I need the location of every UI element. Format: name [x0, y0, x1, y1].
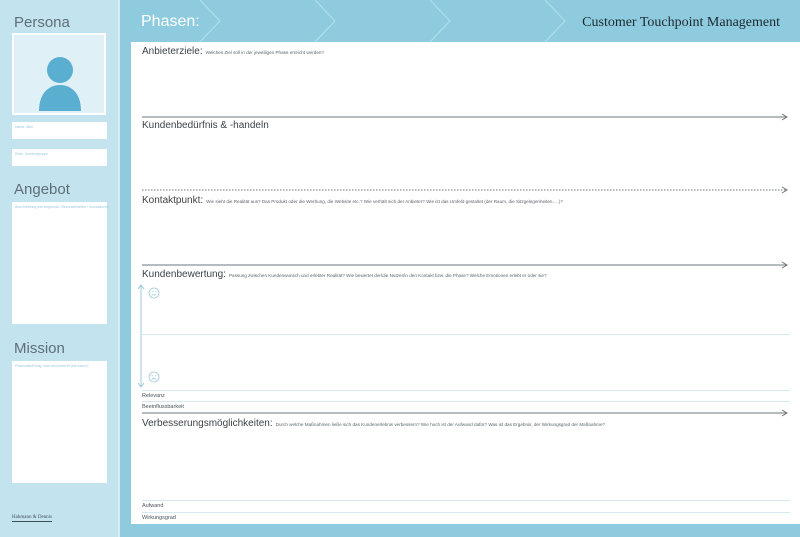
relevanz-label: Relevanz	[142, 393, 165, 399]
persona-avatar[interactable]	[12, 33, 106, 115]
anbieterziele-desc: Welches Ziel soll in der jeweiligen Phas…	[205, 50, 324, 55]
phases-label: Phasen:	[141, 13, 200, 30]
angebot-placeholder: Beschreibung des Angebots / Besonderheit…	[15, 205, 109, 209]
persona-heading: Persona	[14, 14, 70, 31]
angebot-field[interactable]: Beschreibung des Angebots / Besonderheit…	[12, 202, 109, 324]
happy-face-icon	[148, 287, 160, 299]
verbesserung-desc: Durch welche Maßnahmen ließe sich das Ku…	[275, 422, 606, 427]
anbieterziele-title: Anbieterziele:	[142, 46, 203, 57]
persona-role-field[interactable]: Rolle, Kundengruppe	[12, 149, 107, 166]
kundenbewertung-title: Kundenbewertung:	[142, 269, 226, 280]
persona-name-placeholder: Name, Alter	[15, 125, 34, 129]
arrow-line-2	[142, 186, 788, 194]
mission-placeholder: Potenziale/Erfolg, was wird erreicht (bi…	[15, 364, 89, 368]
rating-midline	[142, 334, 790, 335]
sidebar: Persona Name, Alter Rolle, Kundengruppe …	[0, 0, 120, 537]
sad-face-icon	[148, 371, 160, 383]
verbesserung-title: Verbesserungsmöglichkeiten:	[142, 418, 273, 429]
kontaktpunkt-title: Kontaktpunkt:	[142, 195, 204, 206]
section-kundenbewertung[interactable]: Kundenbewertung: Passung zwischen Kundenw…	[142, 269, 547, 280]
relevanz-divider	[142, 390, 790, 391]
rating-axis-arrow	[137, 284, 145, 388]
arrow-line-4	[142, 409, 788, 417]
kundenbeduerfnis-title: Kundenbedürfnis & -handeln	[142, 120, 269, 131]
wirkungsgrad-divider	[142, 512, 790, 513]
persona-role-placeholder: Rolle, Kundengruppe	[15, 152, 48, 156]
beeinflussbarkeit-divider	[142, 401, 790, 402]
arrow-line-3	[142, 261, 788, 269]
person-avatar-icon	[39, 57, 81, 111]
app-title: Customer Touchpoint Management	[582, 15, 780, 30]
wirkungsgrad-label: Wirkungsgrad	[142, 515, 176, 521]
aufwand-divider	[142, 500, 790, 501]
mission-field[interactable]: Potenziale/Erfolg, was wird erreicht (bi…	[12, 361, 107, 483]
aufwand-label: Aufwand	[142, 503, 164, 509]
section-verbesserung[interactable]: Verbesserungsmöglichkeiten: Durch welche …	[142, 418, 605, 429]
kundenbewertung-desc: Passung zwischen Kundenwunsch und erlebt…	[228, 273, 547, 278]
section-kundenbeduerfnis[interactable]: Kundenbedürfnis & -handeln	[142, 120, 269, 131]
brand-logo: Hahmann & Dennis	[12, 515, 52, 522]
section-kontaktpunkt[interactable]: Kontaktpunkt: Wie sieht die Realität aus?…	[142, 195, 563, 206]
kontaktpunkt-desc: Wie sieht die Realität aus? Das Produkt …	[206, 199, 563, 204]
mission-heading: Mission	[14, 340, 65, 357]
persona-name-field[interactable]: Name, Alter	[12, 122, 107, 139]
section-anbieterziele[interactable]: Anbieterziele: Welches Ziel soll in der j…	[142, 46, 324, 57]
angebot-heading: Angebot	[14, 181, 70, 198]
